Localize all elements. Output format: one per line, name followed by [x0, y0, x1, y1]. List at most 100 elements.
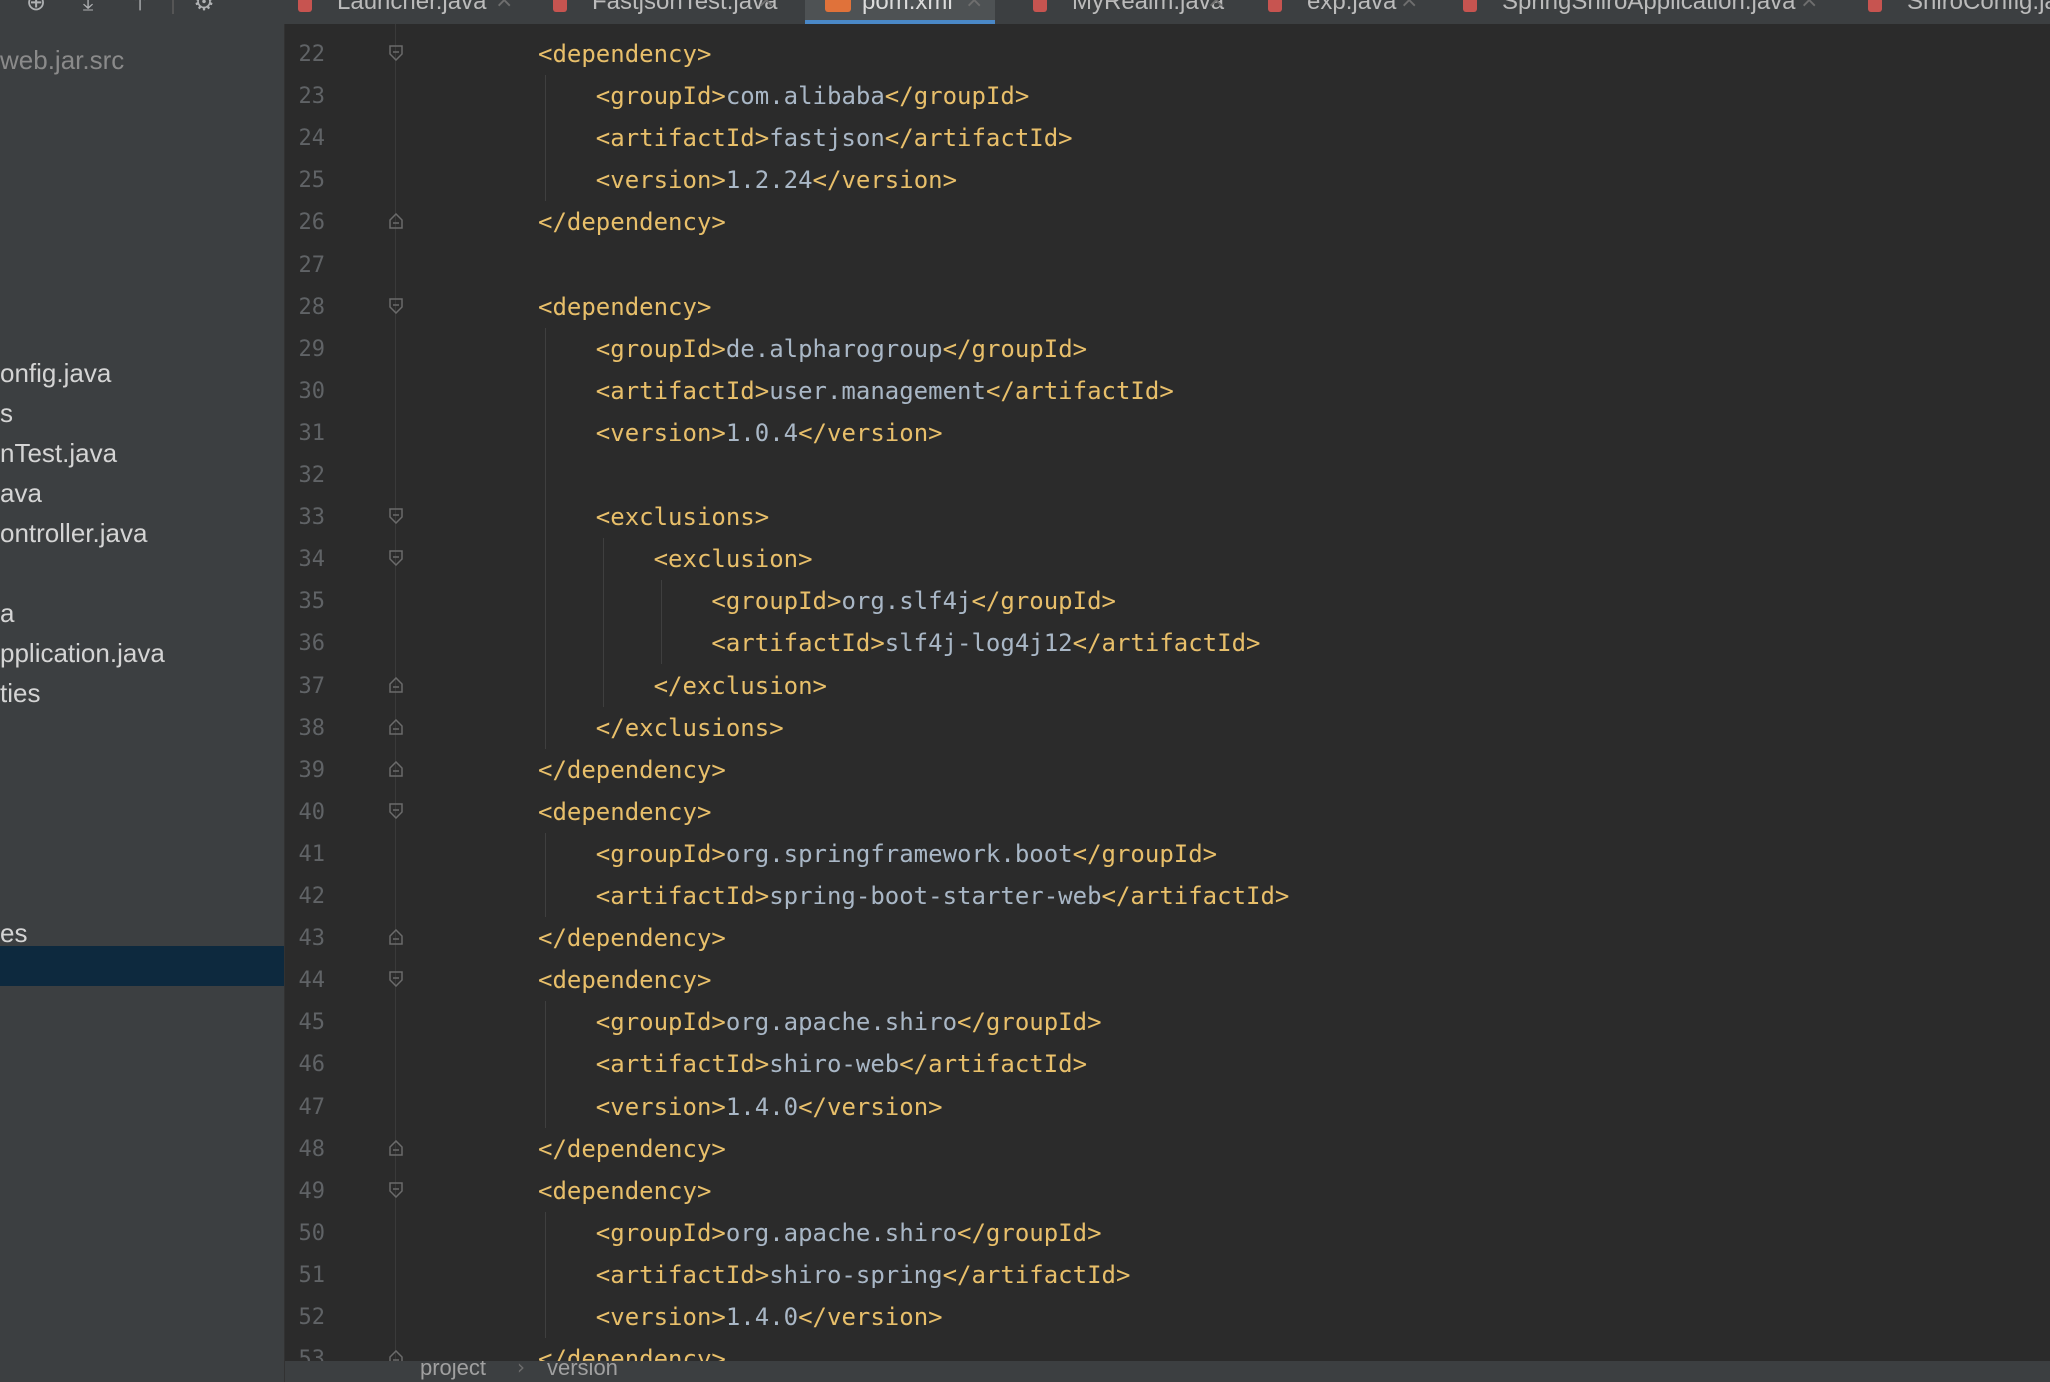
code-text: <dependency> [538, 797, 712, 826]
tree-item[interactable]: ava [0, 478, 42, 509]
line-number: 29 [298, 336, 326, 362]
code-line[interactable]: 35 <groupId>org.slf4j</groupId> [285, 580, 2050, 622]
code-line[interactable]: 45 <groupId>org.apache.shiro</groupId> [285, 1001, 2050, 1043]
line-number: 34 [298, 547, 326, 573]
editor-tab-bar: ⊕ ⤓ ⤒ ⚙ Launcher.java × FastjsonTest.java ×… [0, 0, 2050, 24]
code-line[interactable]: 39 </dependency> [285, 749, 2050, 791]
tree-item[interactable]: web.jar.src [0, 45, 124, 76]
code-line[interactable]: 30 <artifactId>user.management</artifactI… [285, 370, 2050, 412]
code-line[interactable]: 50 <groupId>org.apache.shiro</groupId> [285, 1212, 2050, 1254]
code-line[interactable]: 41 <groupId>org.springframework.boot</gro… [285, 833, 2050, 875]
breadcrumb-item-project[interactable]: project [420, 1361, 486, 1381]
tab-launcher-java[interactable]: Launcher.java × [280, 0, 515, 24]
fold-collapse-icon[interactable] [389, 45, 403, 61]
code-line[interactable]: 52 <version>1.4.0</version> [285, 1296, 2050, 1338]
line-number: 52 [298, 1305, 326, 1330]
fold-end-icon[interactable] [389, 1139, 403, 1156]
tree-item[interactable]: ties [0, 678, 40, 709]
tab-fastjsontest-java[interactable]: FastjsonTest.java × [535, 0, 780, 24]
line-number: 41 [298, 841, 326, 867]
breadcrumb-item-version[interactable]: version [547, 1361, 618, 1381]
tab-pom-xml[interactable]: pom.xml × [805, 0, 995, 24]
fold-collapse-icon[interactable] [389, 297, 403, 314]
close-tab-icon[interactable]: × [1800, 0, 1818, 13]
fold-end-icon[interactable] [389, 1350, 403, 1361]
close-tab-icon[interactable]: × [495, 0, 513, 13]
close-tab-icon[interactable]: × [757, 0, 775, 13]
locate-icon[interactable]: ⊕ [22, 0, 50, 14]
code-line[interactable]: 38 </exclusions> [285, 707, 2050, 749]
indent-guide [545, 327, 546, 749]
code-line[interactable]: 26 </dependency> [285, 201, 2050, 243]
tree-item[interactable]: onfig.java [0, 358, 111, 389]
code-line[interactable]: 25 <version>1.2.24</version> [285, 159, 2050, 201]
fold-end-icon[interactable] [389, 718, 403, 735]
line-number: 30 [298, 378, 326, 404]
code-line[interactable]: 40 <dependency> [285, 791, 2050, 833]
code-text: <dependency> [538, 1176, 712, 1205]
tree-item[interactable]: pplication.java [0, 638, 165, 669]
fold-collapse-icon[interactable] [389, 550, 403, 567]
code-line[interactable]: 43 </dependency> [285, 917, 2050, 959]
settings-gear-icon[interactable]: ⚙ [190, 0, 218, 14]
close-tab-icon[interactable]: × [965, 0, 983, 13]
selected-tree-row[interactable] [0, 946, 284, 986]
code-text: <version>1.4.0</version> [595, 1092, 943, 1121]
code-text: </dependency> [538, 1345, 726, 1361]
code-line[interactable]: 23 <groupId>com.alibaba</groupId> [285, 75, 2050, 117]
tree-item[interactable]: nTest.java [0, 438, 117, 469]
tree-item[interactable]: a [0, 598, 14, 629]
fold-end-icon[interactable] [389, 213, 403, 230]
tab-myrealm-java[interactable]: MyRealm.java × [1015, 0, 1225, 24]
code-line[interactable]: 24 <artifactId>fastjson</artifactId> [285, 117, 2050, 159]
java-class-icon [1868, 0, 1882, 12]
fold-end-icon[interactable] [389, 676, 403, 693]
tree-item[interactable]: ontroller.java [0, 518, 147, 549]
code-line[interactable]: 51 <artifactId>shiro-spring</artifactId> [285, 1254, 2050, 1296]
line-number: 22 [298, 42, 326, 67]
tab-springshiroapplication-java[interactable]: SpringShiroApplication.java × [1445, 0, 1825, 24]
fold-end-icon[interactable] [389, 760, 403, 777]
collapse-all-icon[interactable]: ⤒ [126, 0, 154, 14]
code-line[interactable]: 53 </dependency> [285, 1338, 2050, 1361]
code-line[interactable]: 44 <dependency> [285, 959, 2050, 1001]
code-line[interactable]: 49 <dependency> [285, 1170, 2050, 1212]
code-line[interactable]: 22 <dependency> [285, 33, 2050, 75]
tree-item[interactable]: s [0, 398, 13, 429]
line-number: 36 [298, 631, 326, 657]
code-line[interactable]: 29 <groupId>de.alpharogroup</groupId> [285, 328, 2050, 370]
code-line[interactable]: 33 <exclusions> [285, 496, 2050, 538]
breadcrumb: project › version [285, 1361, 2050, 1382]
code-line[interactable]: 36 <artifactId>slf4j-log4j12</artifactId> [285, 622, 2050, 664]
code-line[interactable]: 47 <version>1.4.0</version> [285, 1086, 2050, 1128]
close-tab-icon[interactable]: × [1400, 0, 1418, 13]
line-number: 46 [298, 1052, 326, 1078]
code-text: <groupId>com.alibaba</groupId> [595, 82, 1030, 111]
tree-item[interactable]: es [0, 918, 27, 949]
code-line[interactable]: 48 </dependency> [285, 1128, 2050, 1170]
code-line[interactable]: 42 <artifactId>spring-boot-starter-web</a… [285, 875, 2050, 917]
close-tab-icon[interactable]: × [1207, 0, 1225, 13]
code-line[interactable]: 34 <exclusion> [285, 538, 2050, 580]
fold-collapse-icon[interactable] [389, 508, 403, 525]
fold-collapse-icon[interactable] [389, 1181, 403, 1198]
code-line[interactable]: 37 </exclusion> [285, 665, 2050, 707]
line-number: 48 [298, 1136, 326, 1162]
code-text: </dependency> [538, 755, 726, 784]
code-line[interactable]: 46 <artifactId>shiro-web</artifactId> [285, 1043, 2050, 1085]
tab-exp-java[interactable]: exp.java × [1250, 0, 1430, 24]
fold-end-icon[interactable] [389, 929, 403, 945]
fold-collapse-icon[interactable] [389, 971, 403, 988]
tab-shiroconfig-java[interactable]: ShiroConfig.java× [1850, 0, 2050, 24]
code-line[interactable]: 32 [285, 454, 2050, 496]
expand-all-icon[interactable]: ⤓ [74, 0, 102, 14]
code-line[interactable]: 31 <version>1.0.4</version> [285, 412, 2050, 454]
tab-label: pom.xml [862, 0, 953, 15]
code-editor[interactable]: 22 <dependency> 23 <groupId>com.alibaba</gr… [285, 24, 2050, 1361]
code-line[interactable]: 28 <dependency> [285, 286, 2050, 328]
fold-collapse-icon[interactable] [389, 803, 403, 819]
tab-label: MyRealm.java [1072, 0, 1225, 15]
code-line[interactable]: 27 [285, 244, 2050, 286]
code-text: <dependency> [538, 40, 712, 68]
line-number: 27 [298, 252, 326, 278]
